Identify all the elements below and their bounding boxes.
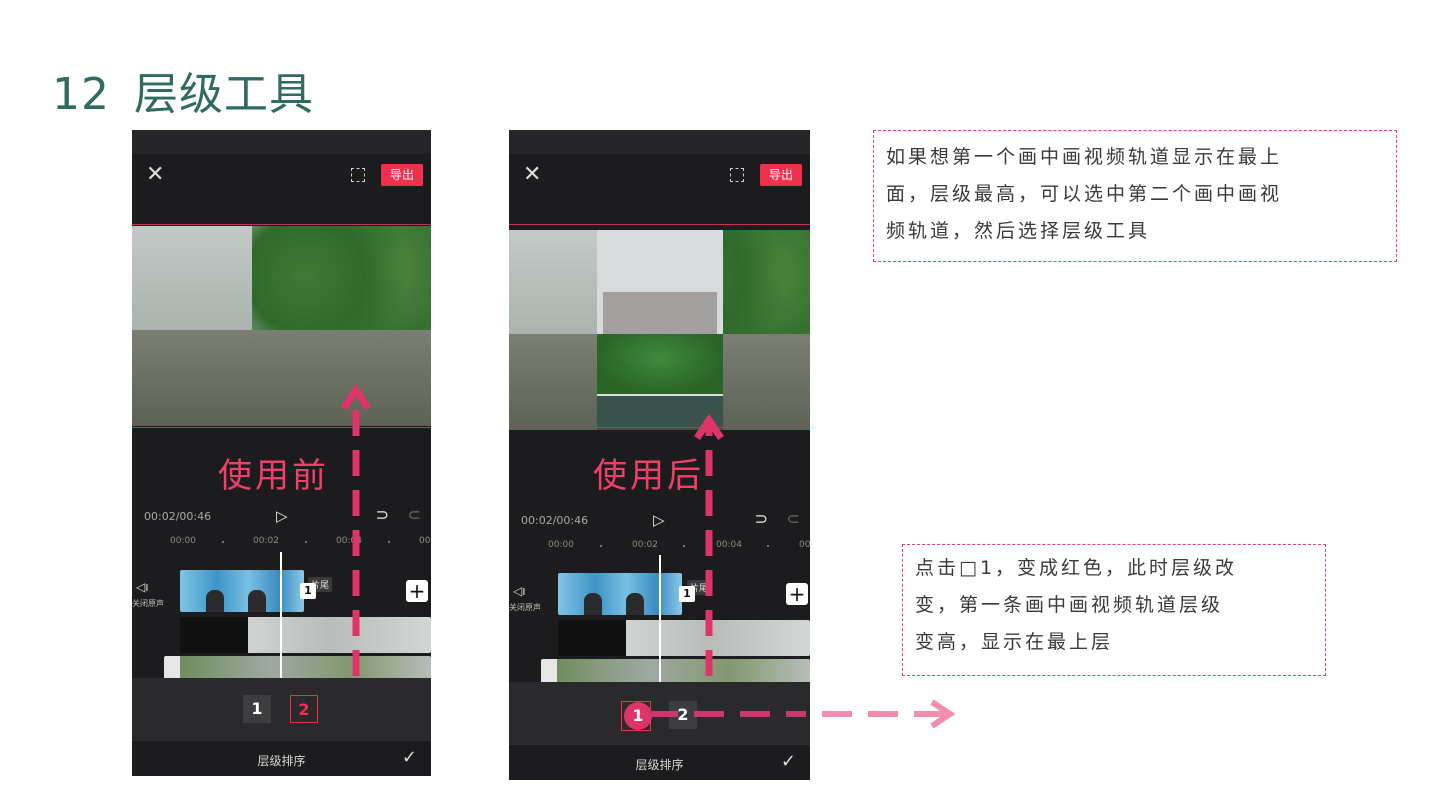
note-top-line: 如果想第一个画中画视频轨道显示在最上: [886, 146, 1283, 168]
annotation-arrows: [341, 383, 956, 729]
note-top-line: 面，层级最高，可以选中第二个画中画视: [886, 183, 1283, 205]
arrow-head-before: [341, 383, 371, 410]
note-top-line: 频轨道，然后选择层级工具: [886, 220, 1151, 242]
note-bottom-line: 变高，显示在最上层: [915, 631, 1114, 653]
note-bottom-line: 变，第一条画中画视频轨道层级: [915, 594, 1224, 616]
note-bottom: 点击□1，变成红色，此时层级改 变，第一条画中画视频轨道层级 变高，显示在最上层: [902, 544, 1326, 676]
note-top: 如果想第一个画中画视频轨道显示在最上 面，层级最高，可以选中第二个画中画视 频轨…: [873, 130, 1397, 262]
note-bottom-line: 点击□1，变成红色，此时层级改: [915, 557, 1238, 579]
